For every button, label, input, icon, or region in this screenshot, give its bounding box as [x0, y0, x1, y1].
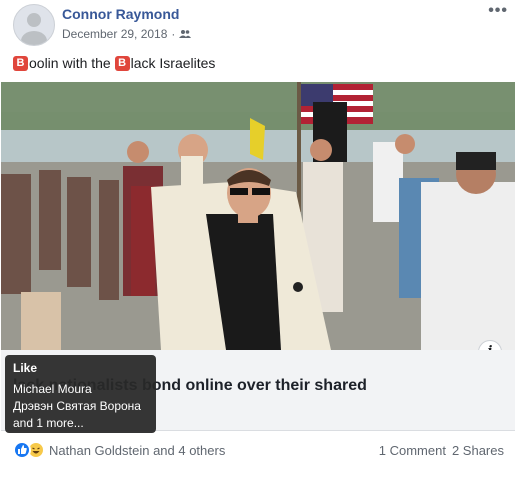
meta-separator: · [171, 27, 176, 41]
link-preview-image[interactable] [1, 82, 515, 350]
rally-photo [1, 82, 515, 350]
profile-avatar[interactable] [13, 4, 55, 46]
b-emoji-1: B [13, 55, 28, 71]
post-text-part-2: lack Israelites [130, 55, 216, 71]
shares-count[interactable]: 2 Shares [452, 443, 504, 458]
post-text-part-1: oolin with the [29, 55, 115, 71]
post-date[interactable]: December 29, 2018 [62, 27, 167, 41]
like-tooltip: Like Michael Moura Дрэвэн Святая Ворона … [5, 355, 156, 433]
friends-icon[interactable] [179, 29, 192, 39]
post-options-button[interactable]: ••• [488, 2, 508, 20]
engagement-counts: 1 Comment 2 Shares [379, 443, 504, 458]
comments-count[interactable]: 1 Comment [379, 443, 446, 458]
post-text: B oolin with the B lack Israelites [13, 55, 215, 71]
tooltip-line: Дрэвэн Святая Ворона [13, 399, 141, 413]
tooltip-title: Like [13, 361, 38, 375]
post-meta: December 29, 2018 · [62, 27, 192, 41]
tooltip-line: Michael Moura [13, 382, 92, 396]
reactions-summary[interactable]: Nathan Goldstein and 4 others [13, 441, 225, 459]
reaction-names[interactable]: Nathan Goldstein and 4 others [49, 443, 225, 458]
like-reaction-icon[interactable] [13, 441, 31, 459]
tooltip-line: and 1 more... [13, 416, 84, 430]
author-name[interactable]: Connor Raymond [62, 6, 179, 22]
b-emoji-2: B [114, 55, 130, 71]
default-avatar-icon [21, 13, 47, 45]
